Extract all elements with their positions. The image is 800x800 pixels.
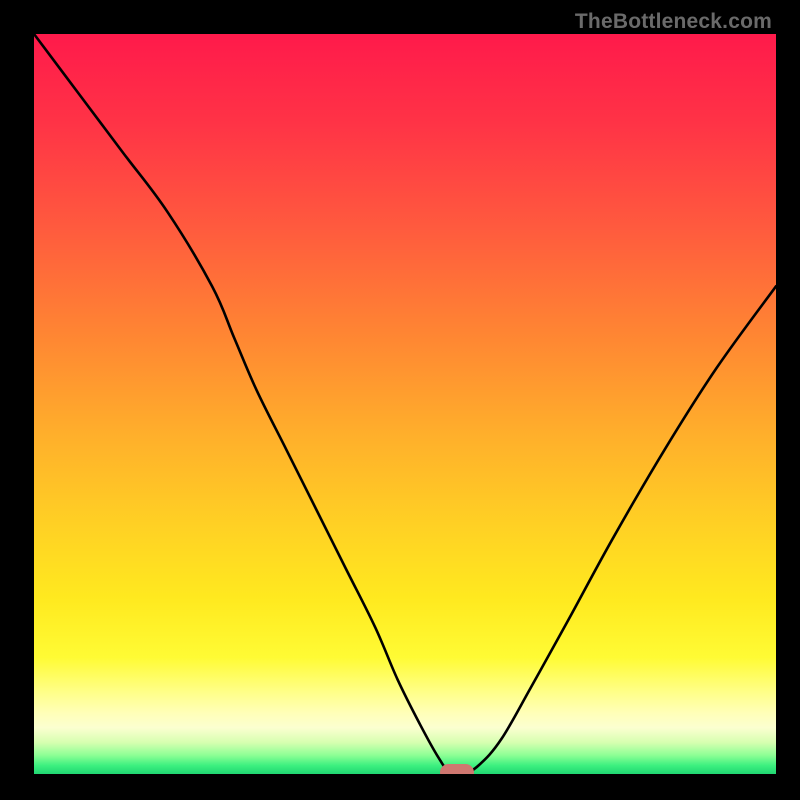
- x-axis-baseline: [34, 774, 776, 776]
- bottleneck-curve: [34, 34, 776, 776]
- watermark-text: TheBottleneck.com: [575, 10, 772, 34]
- chart-container: TheBottleneck.com: [0, 0, 800, 800]
- plot-area: [34, 34, 776, 776]
